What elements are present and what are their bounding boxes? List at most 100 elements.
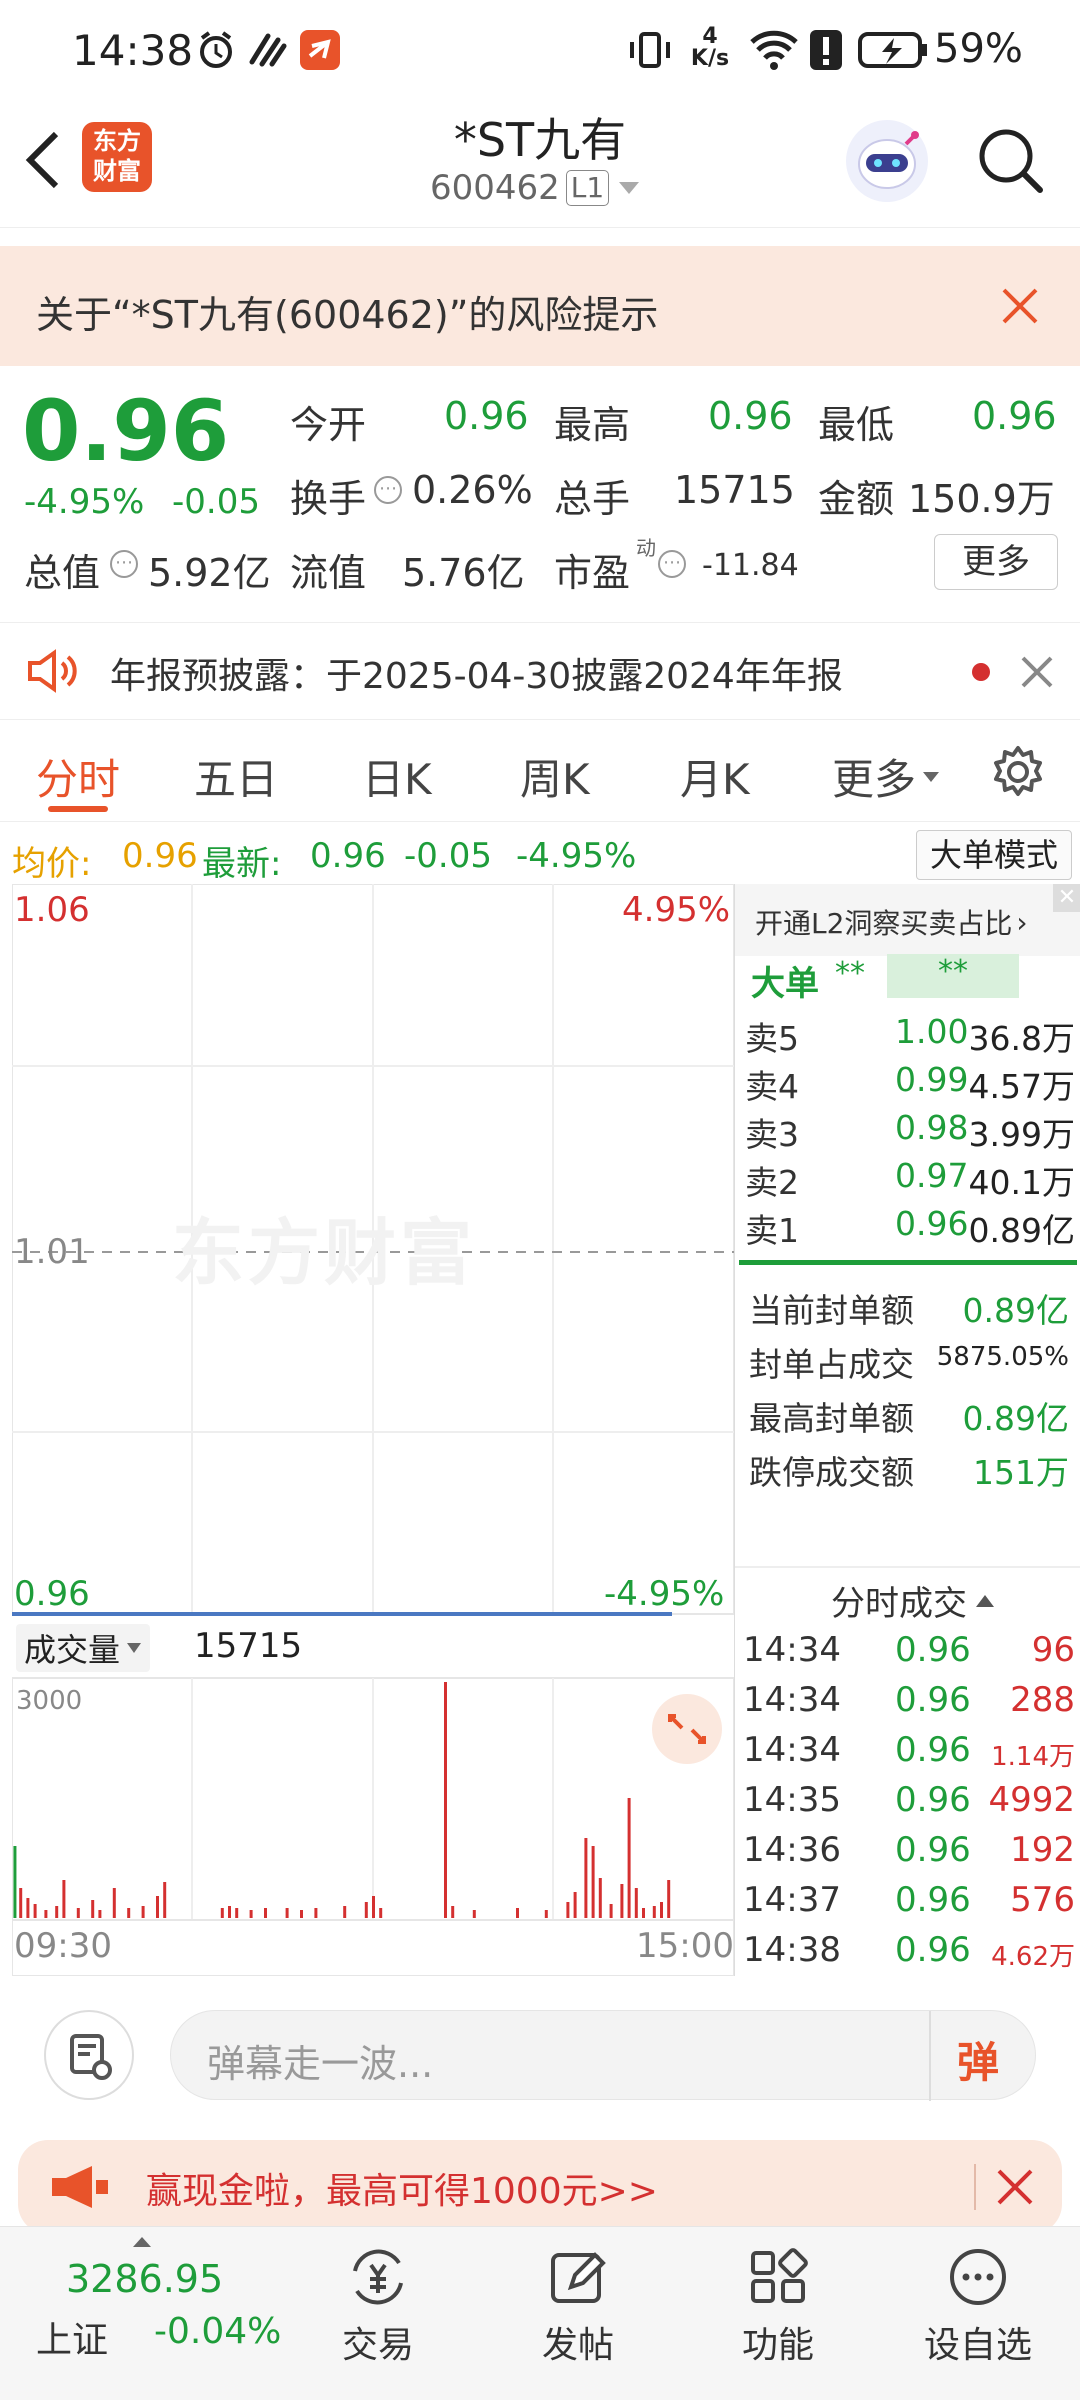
net-speed: 4 K/s <box>690 24 730 71</box>
more-circle-icon <box>950 2249 1006 2305</box>
stock-code-row[interactable]: 600462 L1 <box>430 168 641 208</box>
tab-weekly-k[interactable]: 周K <box>520 746 590 807</box>
intraday-chart-svg <box>11 883 735 1977</box>
seal-label: 当前封单额 <box>749 1291 914 1330</box>
risk-banner-text: 关于“*ST九有(600462)”的风险提示 <box>36 293 659 337</box>
close-icon[interactable]: ✕ <box>1053 884 1080 912</box>
active-tab-indicator <box>48 806 108 812</box>
volume-bar <box>127 1908 131 1918</box>
status-bar: 14:38 4 K/s 59% <box>0 0 1080 100</box>
more-button[interactable]: 更多 <box>934 534 1058 590</box>
order-book-panel: 开通L2洞察买卖占比 › ✕ 大单 ** ** 卖5 1.00 36.8万 卖4 0.99… <box>734 884 1080 1976</box>
volume-bar <box>660 1902 663 1918</box>
volume-value: 15715 <box>674 468 795 512</box>
volume-indicator-select[interactable]: 成交量 <box>16 1624 151 1672</box>
danmu-placeholder: 弹幕走一波... <box>207 2042 434 2086</box>
tick-row: 14:34 0.96 1.14万 <box>735 1726 1080 1776</box>
index-ticker[interactable]: 3286.95 上证 -0.04% <box>20 2227 290 2400</box>
tab-monthly-k[interactable]: 月K <box>680 746 750 807</box>
volume-bar <box>62 1880 66 1918</box>
danmu-settings-button[interactable] <box>44 2010 134 2100</box>
tab-intraday[interactable]: 分时 <box>36 746 120 807</box>
volume-bar <box>91 1900 95 1918</box>
volume-bar <box>343 1906 347 1918</box>
index-value: 3286.95 <box>66 2257 224 2301</box>
last-label: 最新: <box>202 844 282 884</box>
volume-bar <box>141 1906 145 1918</box>
volume-bar <box>300 1910 303 1918</box>
risk-banner[interactable]: 关于“*ST九有(600462)”的风险提示 <box>0 246 1080 366</box>
tick-price: 0.96 <box>895 1780 971 1820</box>
nav-trade[interactable]: 交易 <box>298 2227 458 2400</box>
volume-bars <box>13 1682 671 1918</box>
volume-bar <box>33 1904 37 1918</box>
expand-button[interactable] <box>652 1694 722 1764</box>
danmu-input[interactable]: 弹幕走一波... 弹 <box>170 2010 1036 2101</box>
expand-icon <box>668 1714 706 1744</box>
gear-icon[interactable] <box>990 744 1046 800</box>
intraday-chart[interactable]: 东方财富 1.06 4.95% 1.01 0.96 -4.95% 成交量 157… <box>11 883 735 1977</box>
volume-bar <box>598 1878 602 1918</box>
alarm-icon <box>200 31 232 68</box>
avg-value: 0.96 <box>122 836 198 876</box>
volume-bar <box>55 1906 59 1918</box>
dropdown-icon <box>923 771 940 782</box>
divider <box>974 2164 976 2210</box>
tick-row: 14:37 0.96 576 <box>735 1876 1080 1926</box>
l2-link[interactable]: 开通L2洞察买卖占比 › <box>755 902 1028 942</box>
promo-banner[interactable]: 赢现金啦，最高可得1000元>> <box>18 2140 1062 2234</box>
close-icon[interactable] <box>1000 286 1040 326</box>
close-icon[interactable] <box>1020 655 1054 689</box>
nav-add-watchlist[interactable]: 设自选 <box>898 2227 1058 2400</box>
seal-value: 151万 <box>973 1453 1069 1492</box>
volume-bar <box>364 1902 368 1918</box>
danmu-send-button[interactable]: 弹 <box>957 2029 999 2090</box>
ask-volume: 40.1万 <box>968 1163 1075 1202</box>
speaker-icon <box>28 649 77 693</box>
nav-add-watchlist-label: 设自选 <box>923 2325 1032 2366</box>
edit-icon <box>551 2252 606 2303</box>
volume-bar <box>249 1910 253 1918</box>
volume-bar <box>228 1906 231 1918</box>
tick-time: 14:34 <box>743 1730 841 1770</box>
info-icon[interactable]: ⋯ <box>110 550 138 578</box>
tab-more[interactable]: 更多 <box>832 746 940 807</box>
annual-report-notice[interactable]: 年报预披露：于2025-04-30披露2024年年报 <box>0 622 1080 720</box>
tick-volume: 4.62万 <box>991 1942 1075 1972</box>
tick-row: 14:34 0.96 96 <box>735 1626 1080 1676</box>
robot-assistant-icon[interactable] <box>846 120 928 202</box>
pe-superscript: 动 <box>636 536 656 560</box>
tick-row: 14:38 0.96 4.62万 <box>735 1926 1080 1976</box>
ask-label: 卖2 <box>745 1163 799 1202</box>
volume-bar <box>314 1908 318 1918</box>
tab-daily-k[interactable]: 日K <box>362 746 432 807</box>
volume-bar <box>444 1682 447 1918</box>
avg-label: 均价: <box>12 844 92 884</box>
nav-post[interactable]: 发帖 <box>498 2227 658 2400</box>
l2-promo-bar[interactable]: 开通L2洞察买卖占比 › ✕ <box>735 884 1080 956</box>
sort-up-icon <box>976 1594 994 1607</box>
megaphone-icon <box>52 2166 108 2208</box>
tab-five-day[interactable]: 五日 <box>194 746 278 807</box>
ask-price: 0.99 <box>895 1060 969 1099</box>
search-icon[interactable] <box>976 126 1046 196</box>
tick-volume: 576 <box>1010 1880 1075 1920</box>
vibrate-icon <box>630 32 670 68</box>
ask-label: 卖3 <box>745 1115 799 1154</box>
seal-value: 5875.05% <box>936 1342 1069 1372</box>
volume-bar <box>627 1798 631 1918</box>
big-order-mode-button[interactable]: 大单模式 <box>916 830 1072 880</box>
close-icon[interactable] <box>996 2168 1034 2206</box>
ask-volume: 4.57万 <box>968 1067 1075 1106</box>
info-icon[interactable]: ⋯ <box>658 550 686 578</box>
page-title: *ST九有 <box>453 113 627 167</box>
notice-text: 年报预披露：于2025-04-30披露2024年年报 <box>110 656 843 697</box>
change-pct: -4.95% <box>24 482 145 522</box>
signal-app-icon <box>249 33 287 67</box>
info-icon[interactable]: ⋯ <box>374 476 402 504</box>
amount-value: 150.9万 <box>908 477 1055 521</box>
back-icon[interactable] <box>22 128 62 192</box>
ticks-title[interactable]: 分时成交 <box>831 1576 995 1625</box>
nav-functions[interactable]: 功能 <box>698 2227 858 2400</box>
app-logo[interactable]: 东方 财富 <box>82 122 152 192</box>
